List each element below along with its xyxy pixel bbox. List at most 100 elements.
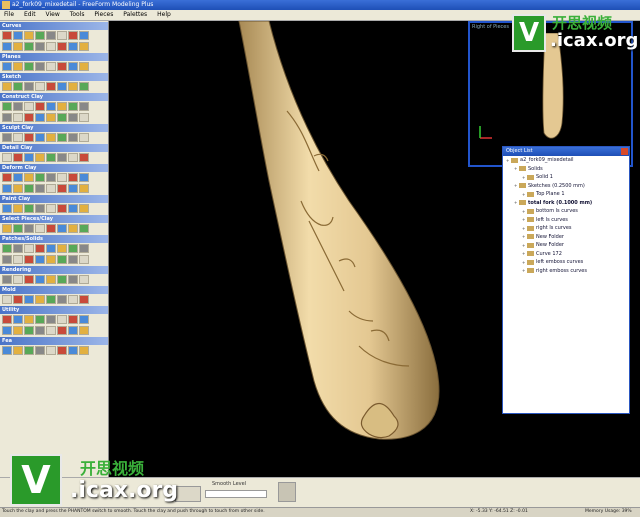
tool-button[interactable] <box>57 346 67 355</box>
tool-button[interactable] <box>46 275 56 284</box>
tool-button[interactable] <box>68 295 78 304</box>
tool-button[interactable] <box>13 244 23 253</box>
tool-button[interactable] <box>46 82 56 91</box>
tool-button[interactable] <box>57 102 67 111</box>
tool-button[interactable] <box>68 62 78 71</box>
tree-item[interactable]: + left ls curves <box>503 216 629 225</box>
tool-button[interactable] <box>2 295 12 304</box>
tool-button[interactable] <box>46 255 56 264</box>
tool-button[interactable] <box>35 255 45 264</box>
tool-button[interactable] <box>46 204 56 213</box>
tool-button[interactable] <box>57 224 67 233</box>
tool-button[interactable] <box>2 315 12 324</box>
tool-button[interactable] <box>79 346 89 355</box>
tool-button[interactable] <box>2 204 12 213</box>
tree-item[interactable]: + Sketches (0.2500 mm) <box>503 182 629 191</box>
tool-button[interactable] <box>68 102 78 111</box>
tool-button[interactable] <box>46 184 56 193</box>
tree-item[interactable]: + New Folder <box>503 233 629 242</box>
tool-button[interactable] <box>35 315 45 324</box>
tool-button[interactable] <box>68 204 78 213</box>
expand-icon[interactable]: + <box>514 183 518 188</box>
tool-button[interactable] <box>13 275 23 284</box>
tool-button[interactable] <box>79 224 89 233</box>
tool-button[interactable] <box>35 42 45 51</box>
palette-section-title[interactable]: Utility <box>0 306 108 314</box>
tool-button[interactable] <box>79 102 89 111</box>
tool-button[interactable] <box>24 326 34 335</box>
menu-edit[interactable]: Edit <box>20 10 40 19</box>
tool-button[interactable] <box>2 153 12 162</box>
tool-button[interactable] <box>57 133 67 142</box>
tool-button[interactable] <box>35 346 45 355</box>
expand-icon[interactable]: + <box>522 192 526 197</box>
tool-button[interactable] <box>57 244 67 253</box>
tool-button[interactable] <box>68 255 78 264</box>
tool-button[interactable] <box>13 326 23 335</box>
tool-button[interactable] <box>2 255 12 264</box>
palette-section-title[interactable]: Construct Clay <box>0 93 108 101</box>
tool-button[interactable] <box>79 275 89 284</box>
tool-button[interactable] <box>13 204 23 213</box>
tool-button[interactable] <box>2 346 12 355</box>
tool-button[interactable] <box>35 326 45 335</box>
tool-button[interactable] <box>79 184 89 193</box>
tool-button[interactable] <box>79 31 89 40</box>
tool-button[interactable] <box>35 224 45 233</box>
tool-button[interactable] <box>57 255 67 264</box>
tree-item[interactable]: + New Folder <box>503 241 629 250</box>
tool-button[interactable] <box>57 295 67 304</box>
tool-button[interactable] <box>46 153 56 162</box>
palette-section-title[interactable]: Paint Clay <box>0 195 108 203</box>
menu-view[interactable]: View <box>42 10 64 19</box>
tool-button[interactable] <box>35 244 45 253</box>
expand-icon[interactable]: + <box>522 268 526 273</box>
tree-item[interactable]: + Solids <box>503 165 629 174</box>
menu-help[interactable]: Help <box>153 10 175 19</box>
tool-button[interactable] <box>35 82 45 91</box>
tool-button[interactable] <box>13 153 23 162</box>
tool-button[interactable] <box>46 173 56 182</box>
palette-section-title[interactable]: Sculpt Clay <box>0 124 108 132</box>
tree-item[interactable]: + bottom ls curves <box>503 207 629 216</box>
tool-button[interactable] <box>79 295 89 304</box>
tool-button[interactable] <box>35 173 45 182</box>
tool-button[interactable] <box>13 42 23 51</box>
smooth-level-slider[interactable] <box>205 490 267 498</box>
tool-button[interactable] <box>68 315 78 324</box>
tool-button[interactable] <box>68 173 78 182</box>
menu-file[interactable]: File <box>0 10 18 19</box>
tool-button[interactable] <box>2 173 12 182</box>
tool-button[interactable] <box>79 42 89 51</box>
tool-button[interactable] <box>68 184 78 193</box>
expand-icon[interactable]: + <box>522 209 526 214</box>
tool-button[interactable] <box>24 102 34 111</box>
palette-section-title[interactable]: Patches/Solids <box>0 235 108 243</box>
tool-button[interactable] <box>24 31 34 40</box>
tree-item[interactable]: + right emboss curves <box>503 267 629 276</box>
tool-button[interactable] <box>24 295 34 304</box>
tool-button[interactable] <box>79 326 89 335</box>
tool-button[interactable] <box>79 315 89 324</box>
tree-item[interactable]: + Top Plane 1 <box>503 190 629 199</box>
tree-item[interactable]: + Curve 172 <box>503 250 629 259</box>
palette-section-title[interactable]: Curves <box>0 22 108 30</box>
tool-button[interactable] <box>57 204 67 213</box>
tool-button[interactable] <box>46 102 56 111</box>
expand-icon[interactable]: + <box>522 251 526 256</box>
tool-button[interactable] <box>2 82 12 91</box>
tool-button[interactable] <box>2 275 12 284</box>
tool-button[interactable] <box>24 42 34 51</box>
tool-button[interactable] <box>46 326 56 335</box>
tool-button[interactable] <box>24 255 34 264</box>
tool-button[interactable] <box>46 31 56 40</box>
tool-button[interactable] <box>13 295 23 304</box>
tool-button[interactable] <box>68 113 78 122</box>
tree-item[interactable]: + total fork (0.1000 mm) <box>503 199 629 208</box>
palette-section-title[interactable]: Deform Clay <box>0 164 108 172</box>
tool-button[interactable] <box>46 62 56 71</box>
tool-button[interactable] <box>2 62 12 71</box>
tool-button[interactable] <box>46 42 56 51</box>
expand-icon[interactable]: + <box>514 200 518 205</box>
touch-icon[interactable] <box>278 482 296 502</box>
